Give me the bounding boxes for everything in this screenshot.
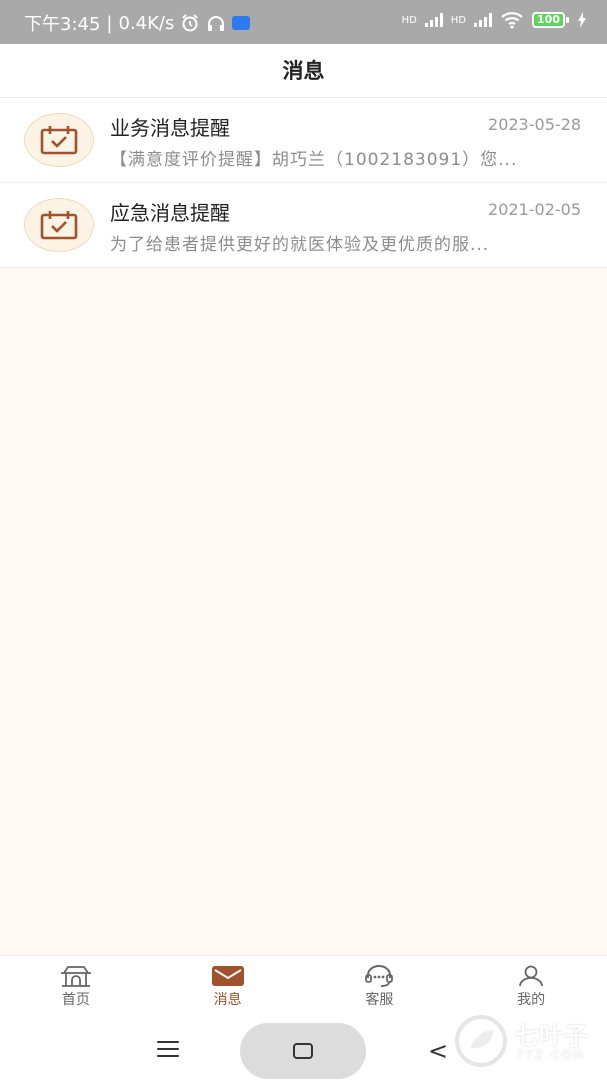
signal-icon-2 bbox=[474, 13, 493, 27]
message-date: 2021-02-05 bbox=[488, 200, 581, 219]
mail-icon bbox=[211, 966, 244, 986]
nav-item-home[interactable]: 首页 bbox=[0, 956, 152, 1017]
charging-icon bbox=[578, 12, 586, 28]
calendar-check-icon bbox=[24, 198, 94, 252]
leaf-logo-icon bbox=[455, 1015, 507, 1067]
home-button[interactable] bbox=[240, 1023, 366, 1079]
page-title: 消息 bbox=[0, 44, 607, 98]
signal-icon-1 bbox=[424, 13, 443, 27]
headset-icon bbox=[365, 965, 394, 987]
watermark-sub: 7YZ.COM bbox=[516, 1048, 586, 1062]
calendar-check-icon bbox=[24, 113, 94, 167]
battery-level: 100 bbox=[532, 12, 565, 28]
watermark-text: 七叶子 bbox=[514, 1022, 589, 1050]
status-time: 下午3:45 bbox=[24, 14, 101, 35]
menu-icon[interactable] bbox=[157, 1041, 179, 1057]
status-bar: 下午3:45 | 0.4K/s HD HD 100 bbox=[0, 0, 607, 44]
status-right: HD HD 100 bbox=[402, 11, 587, 29]
app-notification-icon bbox=[232, 16, 251, 30]
status-left: 下午3:45 | 0.4K/s bbox=[24, 10, 251, 36]
hd-label-2: HD bbox=[450, 14, 467, 26]
battery-indicator: 100 bbox=[532, 12, 569, 28]
message-title: 应急消息提醒 bbox=[110, 201, 230, 225]
message-preview: 【满意度评价提醒】胡巧兰（1002183091）您... bbox=[110, 150, 518, 170]
nav-label-profile: 我的 bbox=[517, 992, 546, 1008]
back-icon[interactable]: < bbox=[428, 1037, 448, 1065]
home-square-icon bbox=[293, 1043, 313, 1059]
battery-tip bbox=[566, 17, 569, 23]
nav-item-service[interactable]: 客服 bbox=[304, 956, 456, 1017]
message-date: 2023-05-28 bbox=[488, 115, 581, 134]
status-divider: | bbox=[106, 12, 113, 34]
message-item-emergency[interactable]: 应急消息提醒 2021-02-05 为了给患者提供更好的就医体验及更优质的服..… bbox=[0, 183, 607, 268]
nav-label-service: 客服 bbox=[365, 992, 394, 1008]
home-icon bbox=[60, 966, 91, 987]
nav-label-home: 首页 bbox=[61, 992, 90, 1008]
alarm-icon bbox=[182, 14, 199, 32]
message-title: 业务消息提醒 bbox=[110, 116, 230, 140]
person-icon bbox=[519, 965, 544, 987]
nav-item-profile[interactable]: 我的 bbox=[455, 956, 607, 1017]
wifi-icon bbox=[501, 12, 523, 29]
status-net-speed: 0.4K/s bbox=[118, 12, 175, 34]
watermark: 七叶子 7YZ.COM bbox=[452, 1010, 602, 1072]
hd-label-1: HD bbox=[401, 14, 417, 26]
headphones-icon bbox=[208, 16, 225, 31]
message-preview: 为了给患者提供更好的就医体验及更优质的服... bbox=[110, 235, 490, 255]
nav-item-messages[interactable]: 消息 bbox=[152, 956, 304, 1017]
message-list: 业务消息提醒 2023-05-28 【满意度评价提醒】胡巧兰（100218309… bbox=[0, 98, 607, 268]
bottom-nav: 首页 消息 客服 我的 bbox=[0, 955, 607, 1017]
nav-label-messages: 消息 bbox=[213, 992, 242, 1008]
message-item-business[interactable]: 业务消息提醒 2023-05-28 【满意度评价提醒】胡巧兰（100218309… bbox=[0, 98, 607, 183]
